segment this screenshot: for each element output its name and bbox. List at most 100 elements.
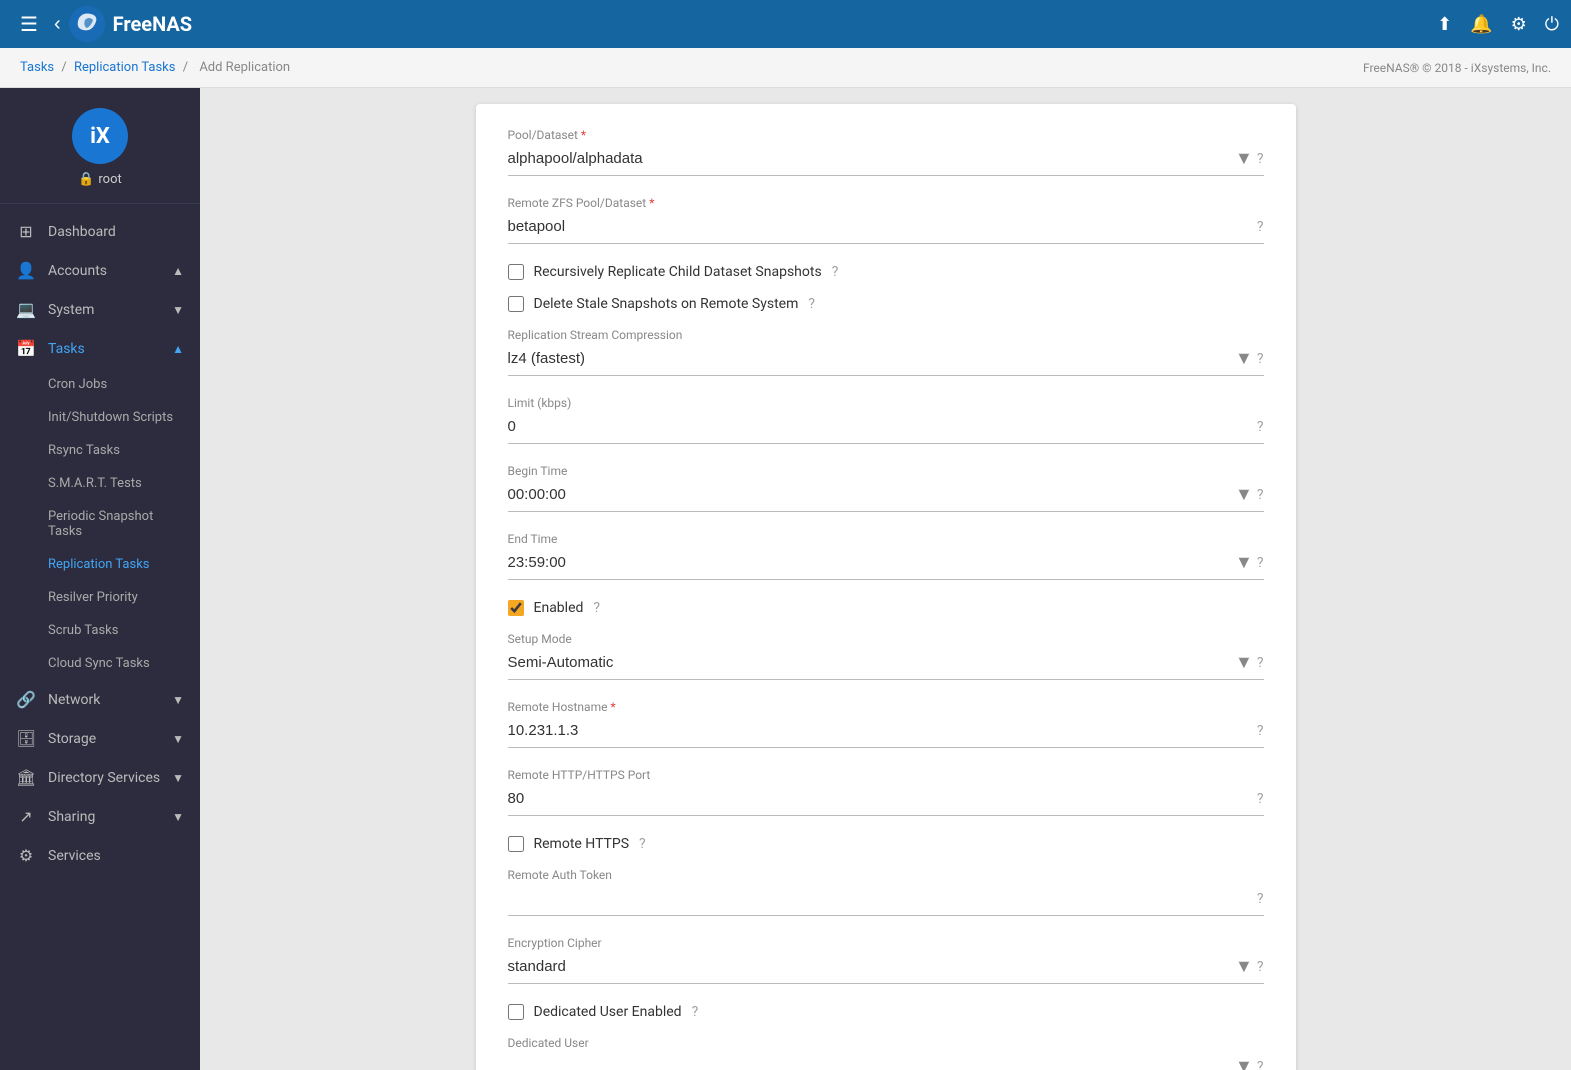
- sidebar-item-replication-tasks[interactable]: Replication Tasks: [0, 548, 200, 581]
- breadcrumb-tasks[interactable]: Tasks: [20, 60, 54, 75]
- storage-arrow: ▼: [172, 732, 184, 746]
- pool-dataset-row: ▼ ?: [508, 146, 1264, 176]
- sidebar-item-system[interactable]: 💻 System ▼: [0, 290, 200, 329]
- recursive-replicate-checkbox[interactable]: [508, 264, 524, 280]
- remote-port-help-icon[interactable]: ?: [1257, 791, 1264, 807]
- cloud-sync-label: Cloud Sync Tasks: [48, 656, 150, 671]
- delete-stale-label[interactable]: Delete Stale Snapshots on Remote System: [534, 296, 799, 312]
- app-name: FreeNAS: [113, 12, 193, 36]
- setup-mode-dropdown-icon[interactable]: ▼: [1235, 652, 1253, 673]
- sidebar-item-smart-tests[interactable]: S.M.A.R.T. Tests: [0, 467, 200, 500]
- breadcrumb-replication[interactable]: Replication Tasks: [74, 60, 176, 75]
- bell-icon[interactable]: 🔔: [1470, 14, 1492, 35]
- dedicated-user-enabled-help-icon[interactable]: ?: [692, 1004, 699, 1020]
- pool-dataset-help-icon[interactable]: ?: [1257, 151, 1264, 167]
- dedicated-user-enabled-checkbox[interactable]: [508, 1004, 524, 1020]
- enabled-help-icon[interactable]: ?: [593, 600, 600, 616]
- sidebar-item-periodic-snapshot[interactable]: Periodic Snapshot Tasks: [0, 500, 200, 548]
- remote-https-checkbox[interactable]: [508, 836, 524, 852]
- enabled-checkbox[interactable]: [508, 600, 524, 616]
- begin-time-dropdown-icon[interactable]: ▼: [1235, 484, 1253, 505]
- dedicated-user-enabled-label[interactable]: Dedicated User Enabled: [534, 1004, 682, 1020]
- dedicated-user-dropdown-icon[interactable]: ▼: [1235, 1056, 1253, 1070]
- remote-zfs-input[interactable]: [508, 214, 1257, 239]
- sidebar-item-storage[interactable]: 🗄 Storage ▼: [0, 719, 200, 758]
- power-icon[interactable]: ⏻: [1545, 14, 1559, 35]
- sidebar-item-accounts[interactable]: 👤 Accounts ▲: [0, 251, 200, 290]
- setup-mode-select[interactable]: Semi-Automatic Manual: [508, 650, 1236, 675]
- remote-https-help-icon[interactable]: ?: [639, 836, 646, 852]
- end-time-select[interactable]: 23:59:00 22:00:00: [508, 550, 1236, 575]
- recursive-replicate-row: Recursively Replicate Child Dataset Snap…: [508, 264, 1264, 280]
- remote-hostname-help-icon[interactable]: ?: [1257, 723, 1264, 739]
- delete-stale-help-icon[interactable]: ?: [808, 296, 815, 312]
- enabled-row: Enabled ?: [508, 600, 1264, 616]
- end-time-dropdown-icon[interactable]: ▼: [1235, 552, 1253, 573]
- remote-hostname-input[interactable]: [508, 718, 1257, 743]
- hamburger-button[interactable]: ☰: [12, 8, 46, 41]
- sidebar-item-scrub-tasks[interactable]: Scrub Tasks: [0, 614, 200, 647]
- remote-auth-token-input[interactable]: [508, 886, 1257, 911]
- end-time-help-icon[interactable]: ?: [1257, 555, 1264, 571]
- sidebar-item-cloud-sync[interactable]: Cloud Sync Tasks: [0, 647, 200, 680]
- rsync-tasks-label: Rsync Tasks: [48, 443, 120, 458]
- encryption-cipher-select[interactable]: standard fast disabled: [508, 954, 1236, 979]
- remote-zfs-help-icon[interactable]: ?: [1257, 219, 1264, 235]
- encryption-cipher-dropdown-icon[interactable]: ▼: [1235, 956, 1253, 977]
- begin-time-help-icon[interactable]: ?: [1257, 487, 1264, 503]
- breadcrumb-bar: Tasks / Replication Tasks / Add Replicat…: [0, 48, 1571, 88]
- sidebar-item-init-shutdown[interactable]: Init/Shutdown Scripts: [0, 401, 200, 434]
- end-time-label: End Time: [508, 532, 1264, 546]
- recursive-replicate-help-icon[interactable]: ?: [832, 264, 839, 280]
- sidebar-item-cron-jobs[interactable]: Cron Jobs: [0, 368, 200, 401]
- pool-dataset-input[interactable]: [508, 146, 1236, 171]
- sidebar-item-tasks-label: Tasks: [48, 341, 85, 357]
- username-display: 🔒 root: [78, 172, 122, 187]
- sharing-icon: ↗: [16, 807, 36, 826]
- sidebar-item-sharing-label: Sharing: [48, 809, 95, 825]
- remote-https-label[interactable]: Remote HTTPS: [534, 836, 630, 852]
- compression-help-icon[interactable]: ?: [1257, 351, 1264, 367]
- breadcrumb-current: Add Replication: [199, 60, 290, 75]
- upload-icon[interactable]: ⬆: [1437, 14, 1452, 35]
- sidebar-item-rsync-tasks[interactable]: Rsync Tasks: [0, 434, 200, 467]
- remote-auth-token-help-icon[interactable]: ?: [1257, 891, 1264, 907]
- back-button[interactable]: ‹: [46, 9, 69, 40]
- remote-port-input[interactable]: [508, 786, 1257, 811]
- sidebar-item-sharing[interactable]: ↗ Sharing ▼: [0, 797, 200, 836]
- sidebar-item-dashboard-label: Dashboard: [48, 224, 116, 240]
- encryption-cipher-help-icon[interactable]: ?: [1257, 959, 1264, 975]
- sidebar-item-system-label: System: [48, 302, 94, 318]
- begin-time-row: 00:00:00 01:00:00 ▼ ?: [508, 482, 1264, 512]
- compression-select[interactable]: lz4 (fastest) Off pigz (all rounder) plz…: [508, 346, 1236, 371]
- limit-help-icon[interactable]: ?: [1257, 419, 1264, 435]
- enabled-label[interactable]: Enabled: [534, 600, 584, 616]
- limit-label: Limit (kbps): [508, 396, 1264, 410]
- begin-time-field: Begin Time 00:00:00 01:00:00 ▼ ?: [508, 464, 1264, 512]
- remote-hostname-field: Remote Hostname * ?: [508, 700, 1264, 748]
- delete-stale-checkbox[interactable]: [508, 296, 524, 312]
- sidebar-item-directory-services[interactable]: 🏛 Directory Services ▼: [0, 758, 200, 797]
- setup-mode-field: Setup Mode Semi-Automatic Manual ▼ ?: [508, 632, 1264, 680]
- topbar: ☰ ‹ FreeNAS ⬆ 🔔 ⚙ ⏻: [0, 0, 1571, 48]
- setup-mode-help-icon[interactable]: ?: [1257, 655, 1264, 671]
- sidebar-item-storage-label: Storage: [48, 731, 96, 747]
- lock-icon: 🔒: [78, 172, 94, 187]
- compression-dropdown-icon[interactable]: ▼: [1235, 348, 1253, 369]
- username-label: root: [98, 172, 121, 187]
- begin-time-select[interactable]: 00:00:00 01:00:00: [508, 482, 1236, 507]
- limit-input[interactable]: [508, 414, 1257, 439]
- pool-dataset-dropdown-icon[interactable]: ▼: [1235, 148, 1253, 169]
- sidebar-item-services[interactable]: ⚙ Services: [0, 836, 200, 875]
- sidebar-item-resilver-priority[interactable]: Resilver Priority: [0, 581, 200, 614]
- sidebar-item-dashboard[interactable]: ⊞ Dashboard: [0, 212, 200, 251]
- gear-icon[interactable]: ⚙: [1511, 14, 1527, 35]
- dedicated-user-input[interactable]: [508, 1054, 1236, 1070]
- dedicated-user-help-icon[interactable]: ?: [1257, 1059, 1264, 1070]
- limit-field: Limit (kbps) ?: [508, 396, 1264, 444]
- recursive-replicate-label[interactable]: Recursively Replicate Child Dataset Snap…: [534, 264, 822, 280]
- sidebar-item-network[interactable]: 🔗 Network ▼: [0, 680, 200, 719]
- logo-icon: [69, 6, 105, 42]
- delete-stale-row: Delete Stale Snapshots on Remote System …: [508, 296, 1264, 312]
- sidebar-item-tasks[interactable]: 📅 Tasks ▲: [0, 329, 200, 368]
